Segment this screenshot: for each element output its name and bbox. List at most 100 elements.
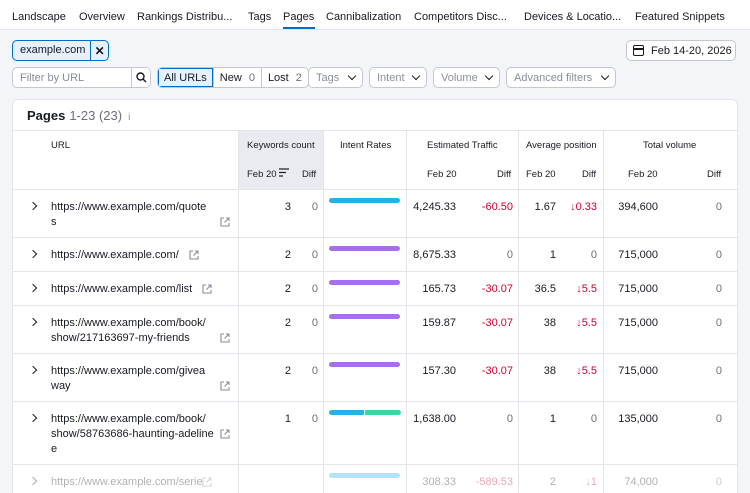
keywords-count-value: 2	[284, 249, 291, 261]
page-url-link[interactable]: https://www.example.com/book/show/587636…	[51, 412, 214, 457]
traffic-value: 157.30	[422, 365, 456, 377]
tab-devices-locations[interactable]: Devices & Locatio...	[524, 11, 621, 23]
chevron-right-icon[interactable]	[28, 317, 38, 327]
keywords-diff-value: 0	[311, 413, 318, 425]
col-keywords-diff[interactable]: Diff	[302, 169, 316, 180]
advanced-filters-dropdown[interactable]: Advanced filters	[506, 67, 616, 88]
chevron-right-icon[interactable]	[28, 476, 38, 486]
chevron-right-icon[interactable]	[28, 201, 38, 211]
card-title: Pages 1-23 (23) i	[27, 108, 130, 123]
volume-diff-value: 0	[715, 249, 722, 261]
tab-competitors-discovery[interactable]: Competitors Disc...	[414, 11, 507, 23]
page-url-link[interactable]: https://www.example.com/givea way	[51, 364, 205, 394]
chevron-right-icon[interactable]	[28, 365, 38, 375]
tags-dropdown-label: Tags	[316, 71, 340, 84]
volume-value: 135,000	[618, 413, 658, 425]
external-link-icon[interactable]	[202, 477, 212, 487]
sort-icon[interactable]	[279, 168, 289, 180]
url-filter-input[interactable]	[13, 68, 131, 87]
col-intent-rates[interactable]: Intent Rates	[340, 140, 391, 151]
chevron-right-icon[interactable]	[28, 283, 38, 293]
col-total-volume[interactable]: Total volume	[643, 140, 696, 151]
col-traffic-date[interactable]: Feb 20	[427, 169, 457, 180]
table-header: URL Keywords count Feb 20 Diff Intent Ra…	[13, 130, 737, 190]
volume-value: 715,000	[618, 317, 658, 329]
page-url-line: e	[51, 443, 58, 455]
page-url-line: way	[51, 380, 71, 392]
col-average-position[interactable]: Average position	[526, 140, 597, 151]
page-url-link[interactable]: https://www.example.com/serie	[51, 475, 203, 490]
close-icon[interactable]: ✕	[90, 41, 108, 60]
keywords-diff-value: 0	[311, 249, 318, 261]
page-url-link[interactable]: https://www.example.com/book/show/217163…	[51, 316, 206, 346]
page-url-link[interactable]: https://www.example.com/	[51, 248, 179, 263]
volume-diff-value: 0	[715, 283, 722, 295]
chevron-down-icon	[484, 71, 494, 81]
position-diff-value: 0	[590, 249, 597, 261]
chevron-right-icon[interactable]	[28, 249, 38, 259]
intent-dropdown-label: Intent	[377, 71, 405, 84]
position-diff-value: ↓5.5	[576, 317, 597, 329]
external-link-icon[interactable]	[189, 250, 199, 260]
col-url[interactable]: URL	[51, 140, 70, 151]
volume-value: 715,000	[618, 365, 658, 377]
traffic-value: 159.87	[422, 317, 456, 329]
traffic-value: 4,245.33	[413, 201, 456, 213]
page-url-link[interactable]: https://www.example.com/list	[51, 282, 192, 297]
intent-bar-commercial	[329, 362, 400, 367]
position-diff-value: 0	[590, 413, 597, 425]
volume-dropdown[interactable]: Volume	[433, 67, 500, 88]
external-link-icon[interactable]	[220, 429, 230, 439]
intent-dropdown[interactable]: Intent	[369, 67, 427, 88]
intent-bar-commercial	[329, 314, 400, 319]
chevron-down-icon	[600, 71, 610, 81]
tab-rankings-distribution[interactable]: Rankings Distribu...	[137, 11, 232, 23]
page-url-link[interactable]: https://www.example.com/quote s	[51, 200, 206, 230]
segment-all-urls[interactable]: All URLs	[158, 68, 214, 87]
col-traffic-diff[interactable]: Diff	[497, 169, 511, 180]
col-volume-diff[interactable]: Diff	[707, 169, 721, 180]
chevron-right-icon[interactable]	[28, 413, 38, 423]
traffic-diff-value: 0	[506, 413, 513, 425]
tab-overview[interactable]: Overview	[79, 11, 125, 23]
segment-lost[interactable]: Lost 2	[262, 68, 308, 87]
date-range-label: Feb 14-20, 2026	[651, 44, 732, 57]
volume-diff-value: 0	[715, 365, 722, 377]
column-divider	[323, 130, 324, 493]
col-volume-date[interactable]: Feb 20	[628, 169, 658, 180]
position-diff-value: ↓1	[585, 476, 597, 488]
tags-dropdown[interactable]: Tags	[308, 67, 363, 88]
position-diff-value: ↓0.33	[570, 201, 597, 213]
domain-chip[interactable]: example.com ✕	[12, 40, 109, 61]
col-position-diff[interactable]: Diff	[582, 169, 596, 180]
tab-pages[interactable]: Pages	[283, 11, 314, 23]
table-row: https://www.example.com/2 0 8,675.33 0 1 0 715…	[13, 238, 737, 272]
volume-value: 715,000	[618, 283, 658, 295]
tab-landscape[interactable]: Landscape	[12, 11, 66, 23]
page-url-line: show/58763686-haunting-adeline	[51, 428, 214, 440]
external-link-icon[interactable]	[220, 217, 230, 227]
col-estimated-traffic[interactable]: Estimated Traffic	[427, 140, 498, 151]
position-value: 2	[549, 476, 556, 488]
col-keywords-date[interactable]: Feb 20	[247, 169, 277, 180]
traffic-value: 1,638.00	[413, 413, 456, 425]
external-link-icon[interactable]	[220, 333, 230, 343]
search-button[interactable]	[131, 68, 150, 87]
date-range-button[interactable]: Feb 14-20, 2026	[626, 40, 736, 61]
external-link-icon[interactable]	[220, 381, 230, 391]
tab-cannibalization[interactable]: Cannibalization	[326, 11, 401, 23]
col-keywords-count[interactable]: Keywords count	[247, 140, 315, 151]
column-divider	[406, 130, 407, 493]
segment-lost-label: Lost	[267, 71, 289, 84]
keywords-diff-value: 0	[311, 365, 318, 377]
info-icon[interactable]: i	[128, 112, 130, 123]
intent-bar-commercial	[329, 246, 400, 251]
keywords-diff-value: 0	[311, 317, 318, 329]
tab-tags[interactable]: Tags	[248, 11, 271, 23]
col-position-date[interactable]: Feb 20	[526, 169, 556, 180]
external-link-icon[interactable]	[202, 284, 212, 294]
segment-new[interactable]: New 0	[214, 68, 262, 87]
tab-featured-snippets[interactable]: Featured Snippets	[635, 11, 725, 23]
keywords-count-value: 1	[284, 413, 291, 425]
position-value: 36.5	[534, 283, 556, 295]
